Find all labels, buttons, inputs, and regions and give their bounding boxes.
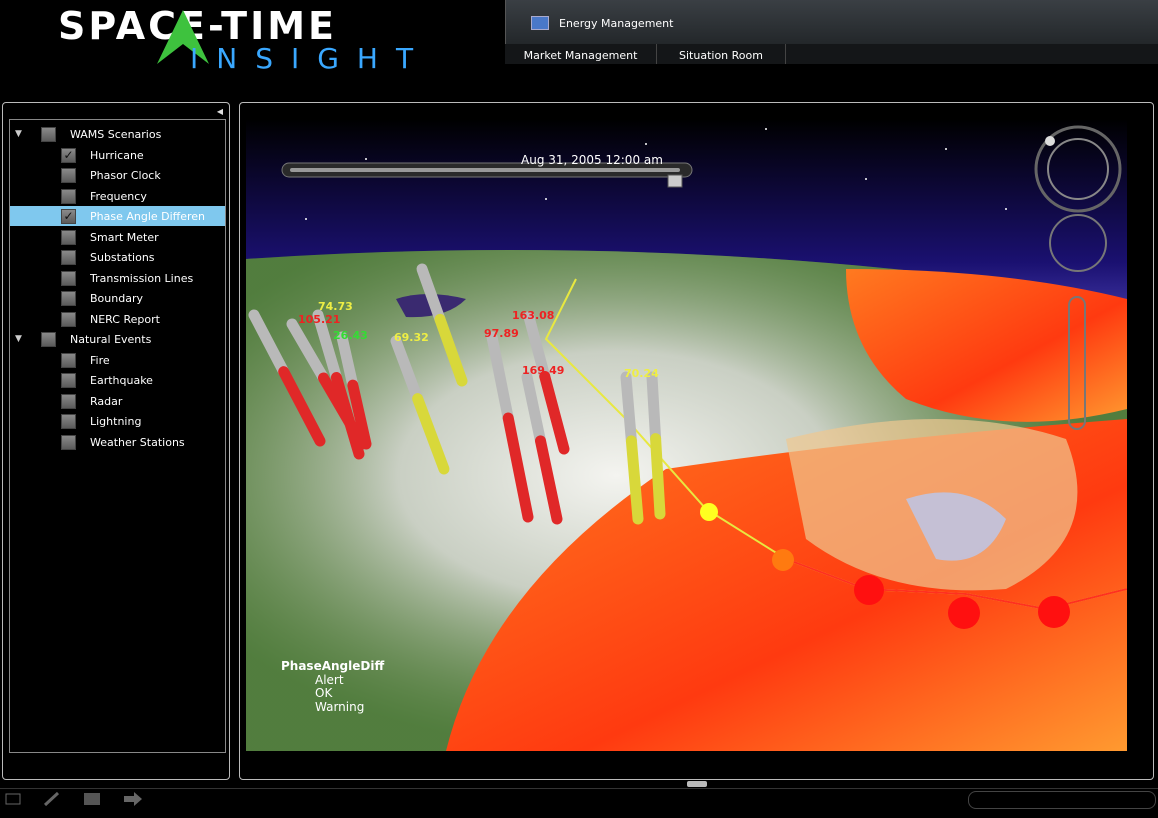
checkbox-icon[interactable] xyxy=(61,434,76,450)
tree-group-natural-events[interactable]: ▼ Natural Events xyxy=(10,329,225,349)
forward-arrow-icon[interactable] xyxy=(122,791,142,807)
tree-item-substations[interactable]: Substations xyxy=(10,247,225,267)
checkbox-icon[interactable]: ✓ xyxy=(61,147,76,163)
legend-item-ok: OK xyxy=(315,686,333,700)
map-panel: Aug 31, 2005 12:00 am 74.73 105.21 26.43 69… xyxy=(239,102,1154,780)
tree-item-label: Frequency xyxy=(90,189,147,203)
tree-item-label: Smart Meter xyxy=(90,230,159,244)
tree-item-radar[interactable]: Radar xyxy=(10,391,225,411)
checkbox-icon[interactable] xyxy=(61,250,76,265)
checkbox-icon[interactable] xyxy=(61,291,76,306)
timeline-slider[interactable] xyxy=(282,163,692,177)
tree-item-label: Fire xyxy=(90,353,110,367)
phase-angle-value-label[interactable]: 74.73 xyxy=(318,300,353,313)
check-icon: ✓ xyxy=(63,209,74,223)
tree-group-label: Natural Events xyxy=(70,333,152,346)
app-title[interactable]: Energy Management xyxy=(559,17,673,30)
logo-line2: INSIGHT xyxy=(190,42,432,75)
tree-item-nerc-report[interactable]: NERC Report xyxy=(10,309,225,329)
checkbox-icon[interactable] xyxy=(61,168,76,183)
tree-group-label: WAMS Scenarios xyxy=(70,128,162,141)
tree-item-earthquake[interactable]: Earthquake xyxy=(10,370,225,390)
tree-expand-icon[interactable]: ▼ xyxy=(15,129,22,139)
phase-angle-value-label[interactable]: 69.32 xyxy=(394,331,429,344)
compass-icon[interactable] xyxy=(1036,127,1120,211)
tree-item-label: Phase Angle Differen xyxy=(90,210,206,223)
bottom-toolbar xyxy=(0,788,1158,811)
phase-angle-value-label[interactable]: 163.08 xyxy=(512,309,554,322)
tree-item-frequency[interactable]: Frequency xyxy=(10,186,225,206)
pencil-icon[interactable] xyxy=(42,791,62,807)
layer-tree: ▼ WAMS Scenarios ✓ Hurricane Phasor Clock Fre… xyxy=(9,119,226,753)
checkbox-icon[interactable]: ✓ xyxy=(61,209,76,224)
check-icon: ✓ xyxy=(63,147,74,162)
phase-angle-value-label[interactable]: 70.24 xyxy=(624,367,659,380)
window-icon[interactable] xyxy=(4,791,24,807)
tab-market-management[interactable]: Market Management xyxy=(505,44,657,64)
tree-item-label: Radar xyxy=(90,394,123,408)
tree-expand-icon[interactable]: ▼ xyxy=(15,334,22,344)
tab-situation-room[interactable]: Situation Room xyxy=(657,44,786,64)
zoom-slider[interactable] xyxy=(1069,297,1085,429)
tree-item-phase-angle-differen[interactable]: ✓ Phase Angle Differen xyxy=(10,206,225,226)
tree-item-label: Earthquake xyxy=(90,374,153,387)
zoom-icon[interactable] xyxy=(1050,215,1106,271)
tree-item-smart-meter[interactable]: Smart Meter xyxy=(10,227,225,247)
status-field xyxy=(968,791,1156,809)
checkbox-icon[interactable] xyxy=(61,270,76,286)
table-icon[interactable] xyxy=(82,791,102,807)
phase-angle-value-label[interactable]: 97.89 xyxy=(484,327,519,340)
tree-item-label: Boundary xyxy=(90,292,143,305)
checkbox-icon[interactable] xyxy=(61,311,76,327)
checkbox-icon[interactable] xyxy=(61,188,76,204)
tree-item-label: Phasor Clock xyxy=(90,169,161,182)
checkbox-icon[interactable] xyxy=(61,393,76,409)
collapse-panel-icon[interactable]: ◀ xyxy=(217,107,223,116)
tree-group-wams-scenarios[interactable]: ▼ WAMS Scenarios xyxy=(10,124,225,144)
checkbox-icon[interactable] xyxy=(41,332,56,347)
app-title-bar: Energy Management xyxy=(505,0,1158,44)
tree-item-fire[interactable]: Fire xyxy=(10,350,225,370)
legend-item-warning: Warning xyxy=(315,700,365,714)
layer-panel: ◀ ▼ WAMS Scenarios ✓ Hurricane Phasor Clock F… xyxy=(2,102,230,780)
space-time-insight-logo: SPACE-TIME INSIGHT xyxy=(58,6,413,74)
resize-handle[interactable] xyxy=(687,781,707,787)
phase-angle-column-upper xyxy=(620,371,637,447)
tree-item-label: Weather Stations xyxy=(90,435,185,449)
checkbox-icon[interactable] xyxy=(61,229,76,245)
tree-item-label: NERC Report xyxy=(90,312,160,326)
tree-item-label: Substations xyxy=(90,251,155,264)
tree-item-label: Hurricane xyxy=(90,148,144,162)
tree-item-label: Transmission Lines xyxy=(90,271,194,285)
checkbox-icon[interactable] xyxy=(41,127,56,142)
tree-item-hurricane[interactable]: ✓ Hurricane xyxy=(10,145,225,165)
phase-angle-column-upper xyxy=(646,371,662,445)
tree-item-weather-stations[interactable]: Weather Stations xyxy=(10,432,225,452)
phase-angle-value-label[interactable]: 105.21 xyxy=(298,313,340,326)
phase-angle-value-label[interactable]: 169.49 xyxy=(522,364,564,377)
map-render xyxy=(246,119,1127,751)
globe-map-view[interactable]: Aug 31, 2005 12:00 am 74.73 105.21 26.43 69… xyxy=(246,119,1127,751)
phase-angle-column-lower xyxy=(650,433,666,520)
phase-angle-value-label[interactable]: 26.43 xyxy=(333,329,368,342)
legend-title: PhaseAngleDiff xyxy=(281,659,385,673)
tree-item-lightning[interactable]: Lightning xyxy=(10,411,225,431)
window-icon xyxy=(531,16,549,30)
phase-angle-column-lower xyxy=(625,435,644,525)
tree-item-label: Lightning xyxy=(90,415,142,428)
tree-item-transmission-lines[interactable]: Transmission Lines xyxy=(10,268,225,288)
checkbox-icon[interactable] xyxy=(61,414,76,429)
checkbox-icon[interactable] xyxy=(61,352,76,368)
tree-item-boundary[interactable]: Boundary xyxy=(10,288,225,308)
nav-tabs: Market Management Situation Room xyxy=(505,44,1158,64)
tree-item-phasor-clock[interactable]: Phasor Clock xyxy=(10,165,225,185)
legend-item-alert: Alert xyxy=(315,673,344,687)
checkbox-icon[interactable] xyxy=(61,373,76,388)
